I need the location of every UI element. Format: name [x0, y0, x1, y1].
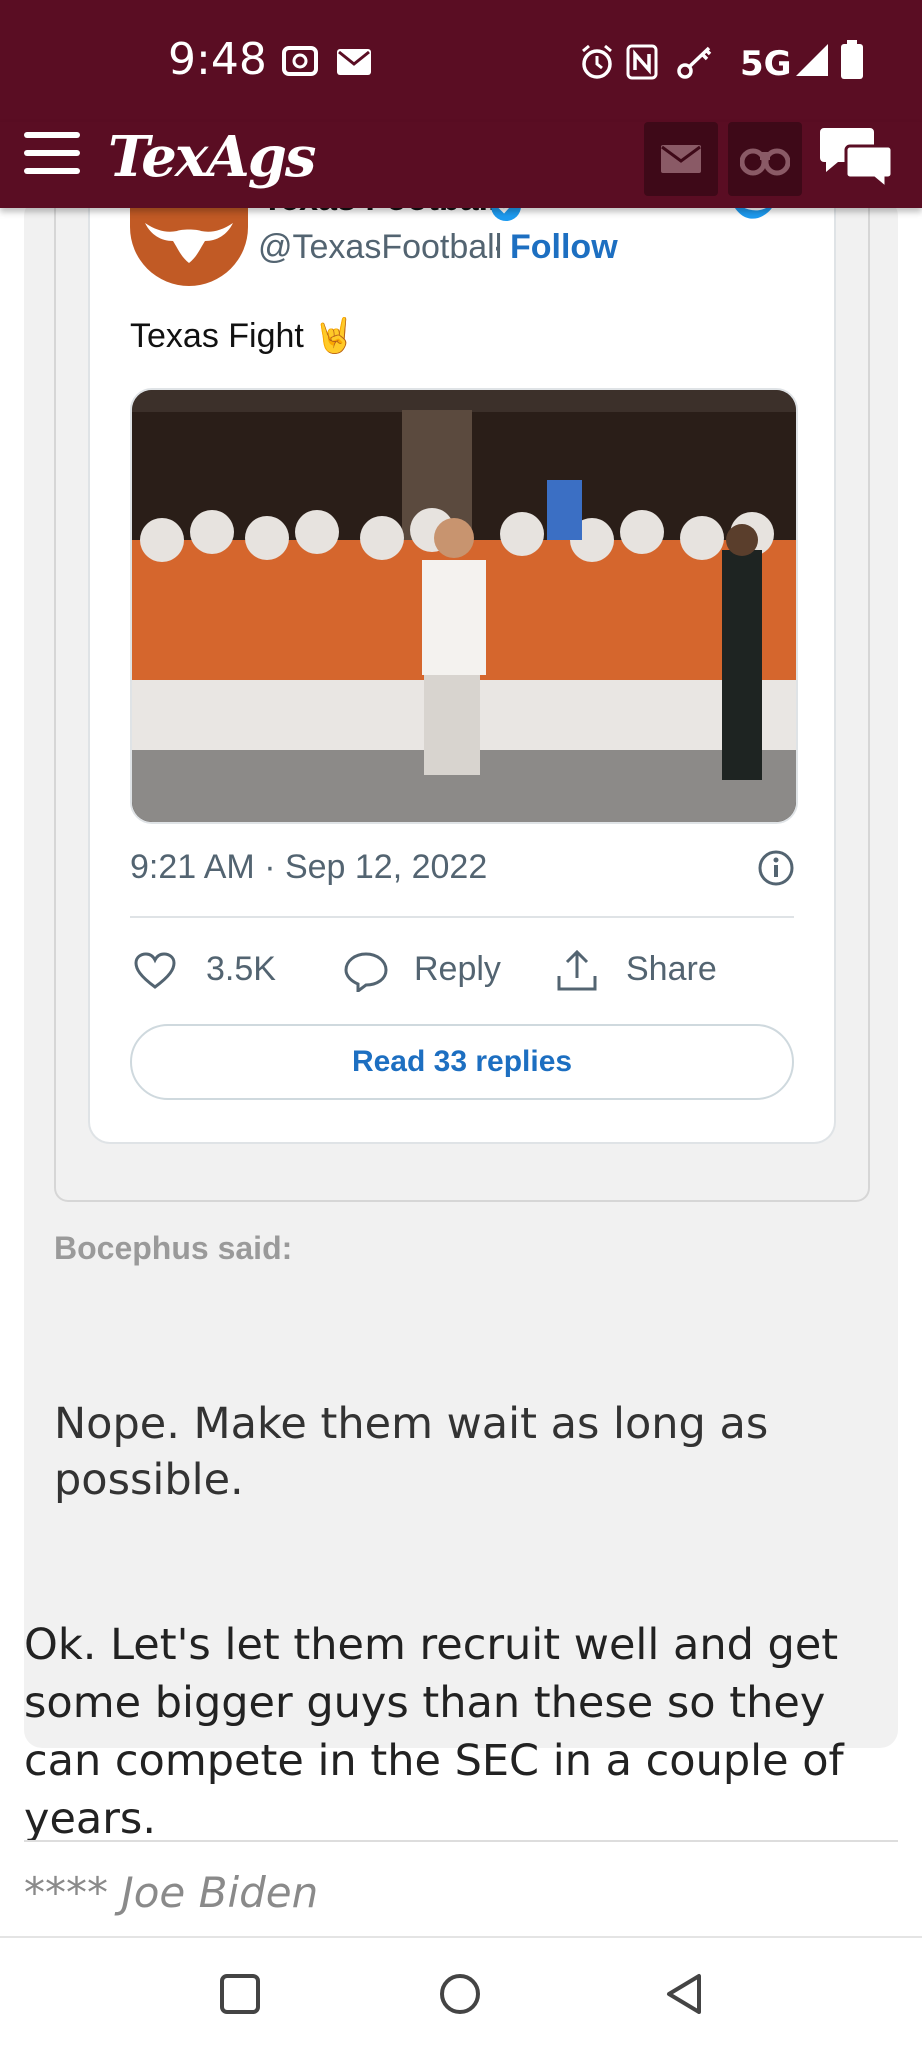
info-icon[interactable] — [758, 850, 794, 886]
messages-button[interactable] — [644, 122, 718, 196]
follow-link[interactable]: Follow — [510, 228, 618, 267]
separator-dot: · — [492, 228, 504, 266]
key-icon — [677, 46, 712, 79]
tweet-timestamp[interactable]: 9:21 AM · Sep 12, 2022 — [130, 848, 487, 887]
like-count[interactable]: 3.5K — [206, 950, 276, 989]
status-time: 9:48 — [168, 34, 267, 85]
texags-logo[interactable]: TexAgs — [108, 124, 316, 190]
post-body: Ok. Let's let them recruit well and get … — [24, 1620, 844, 1844]
reply-link[interactable]: Reply — [414, 950, 501, 989]
heart-icon[interactable] — [134, 952, 176, 990]
rock-on-emoji: 🤘 — [313, 317, 356, 355]
tweet-actions: 3.5K Reply Share — [130, 940, 794, 1000]
triangle-back-icon — [667, 1974, 701, 2014]
gmail-icon — [337, 49, 371, 75]
read-replies-button[interactable]: Read 33 replies — [130, 1024, 794, 1100]
quote-author[interactable]: Bocephus said: — [54, 1230, 292, 1267]
embedded-tweet[interactable]: Texas Football @TexasFootball · Follow T… — [88, 180, 836, 1144]
app-bar: TexAgs — [0, 122, 922, 208]
share-link[interactable]: Share — [626, 950, 717, 989]
tweet-text: Texas Fight 🤘 — [130, 316, 356, 356]
battery-icon — [841, 40, 863, 79]
system-nav-bar — [0, 1936, 922, 2050]
quoted-text: Nope. Make them wait as long as possible… — [54, 1399, 769, 1505]
user-signature: **** Joe Biden — [24, 1868, 319, 1917]
signature-divider — [24, 1840, 898, 1842]
binoculars-icon — [740, 148, 790, 176]
tweet-text-content: Texas Fight — [130, 317, 304, 355]
circle-icon — [440, 1974, 480, 2014]
share-icon[interactable] — [556, 948, 598, 992]
home-button[interactable] — [432, 1966, 488, 2022]
status-bar: 9:48 5G — [0, 0, 922, 122]
network-type: 5G — [740, 44, 792, 84]
nfc-icon — [626, 44, 658, 80]
reply-icon[interactable] — [344, 952, 388, 992]
signal-icon — [796, 44, 828, 76]
longhorn-logo-icon — [145, 223, 233, 263]
alarm-icon — [582, 44, 612, 79]
tweet-photo[interactable] — [130, 388, 798, 824]
square-icon — [220, 1974, 260, 2014]
menu-icon[interactable] — [24, 130, 80, 176]
chat-icon[interactable] — [820, 124, 894, 190]
mail-icon — [661, 145, 701, 173]
screen-record-icon — [282, 46, 318, 76]
team-photo-image — [132, 390, 796, 822]
watch-button[interactable] — [728, 122, 802, 196]
tweet-divider — [130, 916, 794, 918]
recents-button[interactable] — [212, 1966, 268, 2022]
back-button[interactable] — [656, 1966, 712, 2022]
texas-longhorns-avatar[interactable] — [130, 198, 248, 286]
tweet-handle[interactable]: @TexasFootball — [258, 228, 502, 267]
